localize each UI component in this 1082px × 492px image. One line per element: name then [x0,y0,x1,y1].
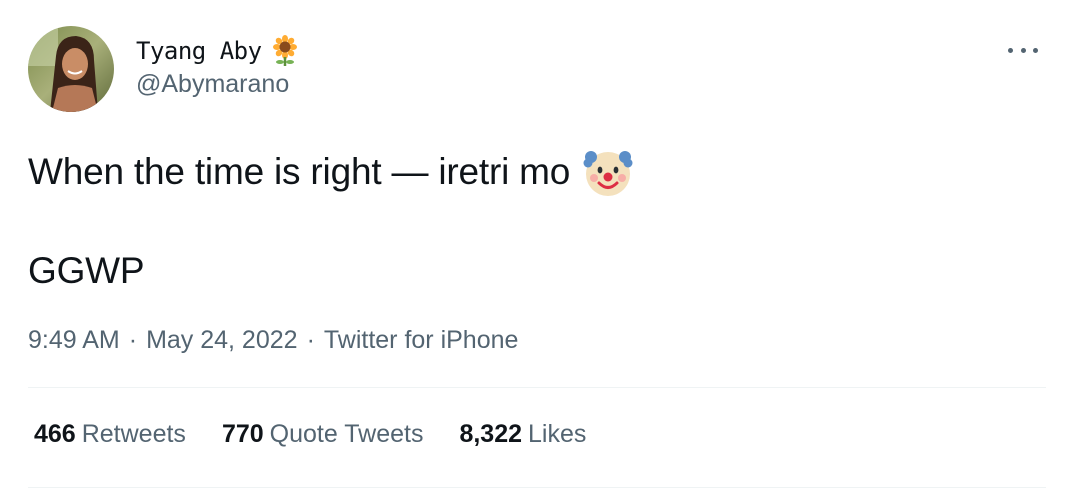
user-handle[interactable]: @Abymarano [136,70,300,99]
tweet-text-line-2: GGWP [28,250,145,291]
tweet-time[interactable]: 9:49 AM [28,326,120,355]
quote-tweets-stat[interactable]: 770 Quote Tweets [222,420,424,449]
tweet-card: Tyang Aby @Abymarano When the time is ri… [0,0,1082,492]
more-dot-icon [1033,47,1038,53]
display-name-row: Tyang Aby [136,34,300,68]
user-names: Tyang Aby @Abymarano [136,34,300,99]
display-name[interactable]: Tyang Aby [136,37,262,65]
tweet-header: Tyang Aby @Abymarano [28,26,1052,116]
quote-tweets-label: Quote Tweets [269,420,424,448]
retweets-count: 466 [34,420,76,448]
avatar[interactable] [28,26,114,112]
retweets-stat[interactable]: 466 Retweets [34,420,186,449]
tweet-stats: 466 Retweets 770 Quote Tweets 8,322 Like… [34,420,622,449]
tweet-meta: 9:49 AM · May 24, 2022 · Twitter for iPh… [28,326,518,355]
more-options-button[interactable] [1008,40,1038,60]
clown-face-icon [583,151,633,196]
tweet-source[interactable]: Twitter for iPhone [324,326,519,355]
likes-count: 8,322 [459,420,523,448]
tweet-text: When the time is right — iretri mo [28,151,571,192]
quote-tweets-count: 770 [221,420,264,448]
meta-separator: · [306,326,315,354]
more-dot-icon [1008,47,1013,53]
divider [28,487,1046,488]
likes-label: Likes [528,420,587,448]
tweet-date[interactable]: May 24, 2022 [146,326,298,355]
more-dot-icon [1020,47,1026,53]
retweets-label: Retweets [81,420,186,448]
tweet-text-line-1: When the time is right — iretri mo [28,146,634,198]
divider [28,387,1046,388]
likes-stat[interactable]: 8,322 Likes [459,420,586,449]
meta-separator: · [128,326,138,354]
sunflower-icon [272,35,297,66]
